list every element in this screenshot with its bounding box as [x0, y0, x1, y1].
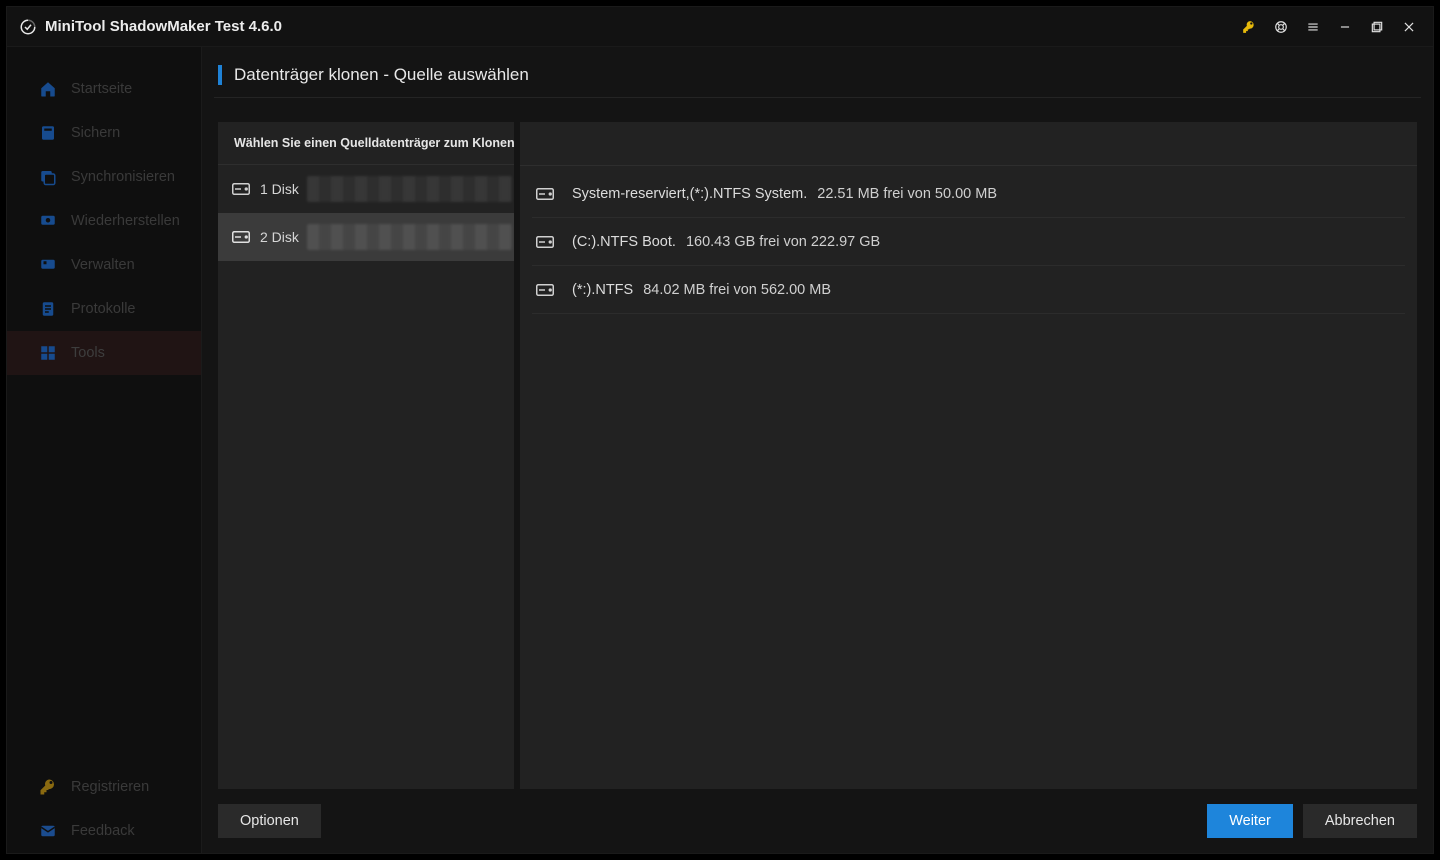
source-disk-panel: Wählen Sie einen Quelldatenträger zum Kl…	[218, 122, 514, 789]
partition-row[interactable]: System-reserviert,(*:).NTFS System. 22.5…	[532, 170, 1405, 218]
partition-row[interactable]: (C:).NTFS Boot. 160.43 GB frei von 222.9…	[532, 218, 1405, 266]
sidebar-item-manage[interactable]: Verwalten	[7, 243, 201, 287]
manage-icon	[39, 256, 61, 274]
sidebar-item-feedback[interactable]: Feedback	[7, 809, 201, 853]
titlebar-key-button[interactable]	[1233, 11, 1265, 43]
sidebar-item-home[interactable]: Startseite	[7, 67, 201, 111]
sidebar-item-label: Synchronisieren	[71, 169, 175, 185]
page-title: Datenträger klonen - Quelle auswählen	[234, 65, 529, 85]
partition-info: 160.43 GB frei von 222.97 GB	[686, 234, 880, 250]
titlebar: MiniTool ShadowMaker Test 4.6.0	[7, 7, 1433, 47]
window-close-button[interactable]	[1393, 11, 1425, 43]
disk-list-item[interactable]: 2 Disk	[218, 213, 514, 261]
sidebar-item-label: Wiederherstellen	[71, 213, 180, 229]
partition-info: 22.51 MB frei von 50.00 MB	[817, 186, 997, 202]
backup-icon	[39, 124, 61, 142]
app-title: MiniTool ShadowMaker Test 4.6.0	[45, 18, 282, 35]
redacted-area	[307, 224, 512, 250]
restore-icon	[39, 212, 61, 230]
footer: Optionen Weiter Abbrechen	[202, 789, 1433, 853]
disk-list-item[interactable]: 1 Disk	[218, 165, 514, 213]
logs-icon	[39, 300, 61, 318]
window-maximize-button[interactable]	[1361, 11, 1393, 43]
disk-label: 2 Disk	[260, 229, 299, 245]
sidebar-item-label: Protokolle	[71, 301, 135, 317]
sidebar-item-register[interactable]: Registrieren	[7, 765, 201, 809]
disk-icon	[536, 187, 554, 201]
redacted-area	[307, 176, 512, 202]
home-icon	[39, 80, 61, 98]
accent-bar	[218, 65, 222, 85]
window-minimize-button[interactable]	[1329, 11, 1361, 43]
partition-name: (*:).NTFS	[572, 282, 633, 298]
sidebar-item-sync[interactable]: Synchronisieren	[7, 155, 201, 199]
sidebar-item-label: Sichern	[71, 125, 120, 141]
sidebar-item-restore[interactable]: Wiederherstellen	[7, 199, 201, 243]
key-icon	[39, 778, 61, 796]
app-window: MiniTool ShadowMaker Test 4.6.0	[6, 6, 1434, 854]
disk-label: 1 Disk	[260, 181, 299, 197]
tools-icon	[39, 344, 61, 362]
disk-icon	[232, 182, 250, 196]
sync-icon	[39, 168, 61, 186]
sidebar-item-label: Startseite	[71, 81, 132, 97]
source-disk-panel-header: Wählen Sie einen Quelldatenträger zum Kl…	[218, 122, 514, 165]
sidebar-item-label: Feedback	[71, 823, 135, 839]
titlebar-lifebuoy-button[interactable]	[1265, 11, 1297, 43]
sidebar: Startseite Sichern Synchronisieren	[7, 47, 202, 853]
sidebar-item-label: Tools	[71, 345, 105, 361]
disk-icon	[232, 230, 250, 244]
partition-info: 84.02 MB frei von 562.00 MB	[643, 282, 831, 298]
partition-panel-header	[520, 122, 1417, 166]
sidebar-item-backup[interactable]: Sichern	[7, 111, 201, 155]
app-logo-icon	[19, 18, 37, 36]
mail-icon	[39, 822, 61, 840]
titlebar-menu-button[interactable]	[1297, 11, 1329, 43]
sidebar-item-logs[interactable]: Protokolle	[7, 287, 201, 331]
sidebar-item-tools[interactable]: Tools	[7, 331, 201, 375]
page-header: Datenträger klonen - Quelle auswählen	[202, 47, 1433, 97]
partition-row[interactable]: (*:).NTFS 84.02 MB frei von 562.00 MB	[532, 266, 1405, 314]
options-button[interactable]: Optionen	[218, 804, 321, 838]
partition-name: System-reserviert,(*:).NTFS System.	[572, 186, 807, 202]
main-content: Datenträger klonen - Quelle auswählen Wä…	[202, 47, 1433, 853]
disk-icon	[536, 235, 554, 249]
sidebar-item-label: Registrieren	[71, 779, 149, 795]
disk-icon	[536, 283, 554, 297]
partition-panel: System-reserviert,(*:).NTFS System. 22.5…	[520, 122, 1417, 789]
partition-name: (C:).NTFS Boot.	[572, 234, 676, 250]
next-button[interactable]: Weiter	[1207, 804, 1293, 838]
sidebar-item-label: Verwalten	[71, 257, 135, 273]
cancel-button[interactable]: Abbrechen	[1303, 804, 1417, 838]
